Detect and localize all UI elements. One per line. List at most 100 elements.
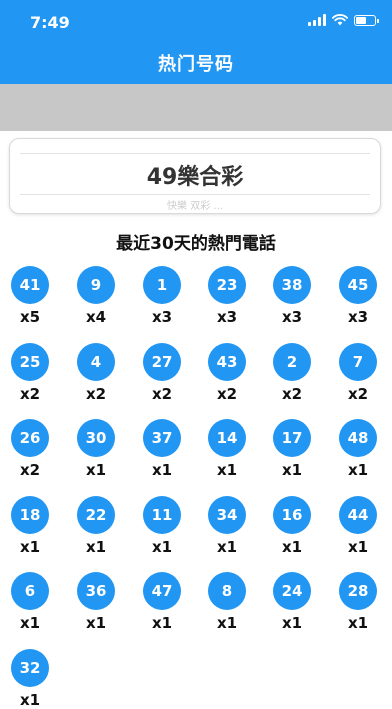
frequency-count: x1	[19, 690, 41, 709]
frequency-count: x4	[85, 308, 107, 326]
top-bar: 7:49 热门号码	[0, 0, 392, 84]
number-ball[interactable]: 4	[77, 342, 115, 381]
frequency-count: x3	[347, 308, 369, 326]
frequency-count: x1	[347, 614, 369, 632]
frequency-count: x1	[216, 614, 238, 632]
number-cell[interactable]: 36 x1	[66, 572, 126, 632]
frequency-count: x1	[216, 461, 238, 479]
number-cell[interactable]: 41 x5	[0, 266, 60, 326]
number-ball[interactable]: 43	[208, 342, 246, 381]
number-cell[interactable]: 17 x1	[262, 419, 322, 479]
number-ball[interactable]: 23	[208, 266, 246, 304]
number-ball[interactable]: 18	[11, 495, 49, 534]
number-cell[interactable]: 37 x1	[132, 419, 192, 479]
number-ball[interactable]: 41	[11, 266, 49, 304]
number-cell[interactable]: 44 x1	[328, 495, 388, 556]
frequency-count: x3	[281, 308, 303, 326]
number-cell[interactable]: 24 x1	[262, 572, 322, 632]
number-cell[interactable]: 16 x1	[262, 495, 322, 556]
picker-next-option[interactable]: 快樂 双彩 ...	[10, 197, 380, 212]
frequency-count: x5	[19, 308, 41, 326]
number-ball[interactable]: 8	[208, 572, 246, 610]
number-cell[interactable]: 26 x2	[0, 419, 60, 479]
frequency-count: x2	[347, 384, 369, 403]
number-cell[interactable]: 34 x1	[197, 495, 257, 556]
picker-selected[interactable]: 49樂合彩	[10, 159, 380, 191]
number-cell[interactable]: 28 x1	[328, 572, 388, 632]
number-cell[interactable]: 11 x1	[132, 495, 192, 556]
frequency-count: x1	[281, 614, 303, 632]
frequency-count: x1	[281, 537, 303, 556]
frequency-count: x1	[151, 461, 173, 479]
number-cell[interactable]: 27 x2	[132, 342, 192, 403]
frequency-count: x2	[281, 384, 303, 403]
number-ball[interactable]: 7	[339, 342, 377, 381]
number-cell[interactable]: 22 x1	[66, 495, 126, 556]
number-cell[interactable]: 43 x2	[197, 342, 257, 403]
frequency-count: x1	[347, 461, 369, 479]
number-cell[interactable]: 45 x3	[328, 266, 388, 326]
frequency-count: x1	[19, 537, 41, 556]
number-cell[interactable]: 30 x1	[66, 419, 126, 479]
number-ball[interactable]: 38	[273, 266, 311, 304]
number-ball[interactable]: 17	[273, 419, 311, 457]
grey-band	[0, 84, 392, 131]
frequency-count: x3	[151, 308, 173, 326]
number-ball[interactable]: 27	[143, 342, 181, 381]
number-ball[interactable]: 37	[143, 419, 181, 457]
battery-icon	[354, 14, 379, 26]
number-cell[interactable]: 2 x2	[262, 342, 322, 403]
number-ball[interactable]: 16	[273, 495, 311, 534]
number-cell[interactable]: 32 x1	[0, 648, 60, 709]
number-ball[interactable]: 9	[77, 266, 115, 304]
number-cell[interactable]: 6 x1	[0, 572, 60, 632]
number-ball[interactable]: 6	[11, 572, 49, 610]
number-ball[interactable]: 11	[143, 495, 181, 534]
number-cell[interactable]: 4 x2	[66, 342, 126, 403]
number-ball[interactable]: 26	[11, 419, 49, 457]
picker-divider	[20, 194, 370, 195]
frequency-count: x2	[85, 384, 107, 403]
frequency-count: x1	[216, 537, 238, 556]
number-ball[interactable]: 2	[273, 342, 311, 381]
frequency-count: x1	[151, 537, 173, 556]
frequency-count: x1	[151, 614, 173, 632]
number-ball[interactable]: 30	[77, 419, 115, 457]
number-cell[interactable]: 38 x3	[262, 266, 322, 326]
number-cell[interactable]: 47 x1	[132, 572, 192, 632]
frequency-count: x1	[85, 614, 107, 632]
number-ball[interactable]: 25	[11, 342, 49, 381]
number-cell[interactable]: 14 x1	[197, 419, 257, 479]
picker-divider	[20, 153, 370, 154]
number-ball[interactable]: 14	[208, 419, 246, 457]
number-cell[interactable]: 9 x4	[66, 266, 126, 326]
number-cell[interactable]: 7 x2	[328, 342, 388, 403]
number-ball[interactable]: 1	[143, 266, 181, 304]
number-cell[interactable]: 25 x2	[0, 342, 60, 403]
lottery-picker[interactable]: 49樂合彩 快樂 双彩 ...	[9, 138, 381, 214]
frequency-count: x1	[19, 614, 41, 632]
frequency-count: x3	[216, 308, 238, 326]
number-cell[interactable]: 48 x1	[328, 419, 388, 479]
number-ball[interactable]: 45	[339, 266, 377, 304]
number-ball[interactable]: 32	[11, 648, 49, 687]
number-ball[interactable]: 44	[339, 495, 377, 534]
number-cell[interactable]: 8 x1	[197, 572, 257, 632]
number-cell[interactable]: 23 x3	[197, 266, 257, 326]
status-icons	[308, 14, 379, 26]
number-ball[interactable]: 22	[77, 495, 115, 534]
frequency-count: x1	[85, 461, 107, 479]
number-ball[interactable]: 34	[208, 495, 246, 534]
frequency-count: x2	[19, 461, 41, 479]
number-ball[interactable]: 36	[77, 572, 115, 610]
status-time: 7:49	[30, 13, 70, 32]
number-ball[interactable]: 47	[143, 572, 181, 610]
frequency-count: x1	[281, 461, 303, 479]
number-cell[interactable]: 1 x3	[132, 266, 192, 326]
wifi-icon	[332, 14, 348, 26]
frequency-count: x1	[347, 537, 369, 556]
number-ball[interactable]: 28	[339, 572, 377, 610]
number-ball[interactable]: 24	[273, 572, 311, 610]
number-cell[interactable]: 18 x1	[0, 495, 60, 556]
number-ball[interactable]: 48	[339, 419, 377, 457]
